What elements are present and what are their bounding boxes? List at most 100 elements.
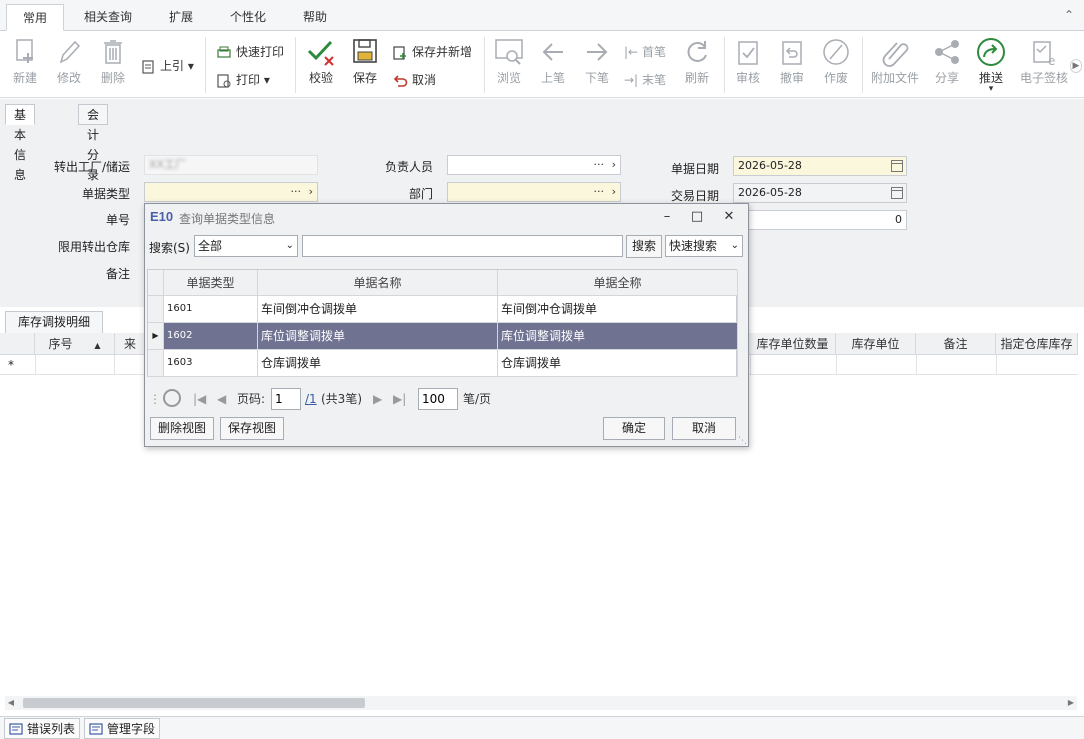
- column-header-designated-stock[interactable]: 指定仓库库存: [996, 333, 1078, 355]
- calendar-icon[interactable]: [891, 187, 903, 199]
- out-plant-field[interactable]: XX工厂: [144, 155, 318, 175]
- calendar-icon[interactable]: [891, 160, 903, 172]
- void-button[interactable]: 作废: [817, 31, 855, 86]
- save-disk-icon: [353, 39, 377, 63]
- seq-cell[interactable]: [35, 355, 115, 375]
- total-records: (共3笔): [321, 392, 362, 406]
- doc-date-value: 2026-05-28: [738, 159, 802, 172]
- refresh-circle-icon[interactable]: [163, 389, 181, 407]
- tab-related-query[interactable]: 相关查询: [74, 4, 142, 31]
- save-button[interactable]: 保存: [346, 31, 384, 86]
- save-view-button[interactable]: 保存视图: [220, 417, 284, 440]
- next-page-icon[interactable]: ▶: [373, 387, 382, 411]
- page-size-input[interactable]: [418, 388, 458, 410]
- save-and-new-button[interactable]: 保存并新增: [392, 41, 472, 63]
- trans-date-field[interactable]: 2026-05-28: [733, 183, 907, 203]
- undo-icon: [393, 74, 408, 87]
- column-header-stock-qty[interactable]: 库存单位数量: [750, 333, 836, 355]
- column-header-seq[interactable]: 序号 ▲: [35, 333, 115, 355]
- prev-page-icon[interactable]: ◀: [217, 387, 226, 411]
- next-record-button[interactable]: 下笔: [578, 31, 616, 86]
- page-input[interactable]: [271, 388, 301, 410]
- new-document-icon: [16, 39, 33, 63]
- push-button[interactable]: 推送 ▾: [972, 31, 1010, 94]
- collapse-ribbon-icon[interactable]: ⌃: [1062, 8, 1076, 22]
- doc-type-field[interactable]: ··· ›: [144, 182, 318, 202]
- share-label: 分享: [934, 71, 959, 85]
- column-header-doc-name[interactable]: 单据名称: [258, 270, 498, 296]
- search-scope-select[interactable]: 全部 ⌄: [194, 235, 298, 257]
- minimize-icon[interactable]: –: [657, 207, 677, 227]
- check-pencil-icon: [307, 40, 334, 66]
- paperclip-icon: [882, 42, 909, 67]
- horizontal-scrollbar[interactable]: ◀ ▶: [5, 696, 1077, 710]
- prev-record-button[interactable]: 上笔: [534, 31, 572, 86]
- first-page-icon[interactable]: |◀: [193, 387, 206, 411]
- search-input[interactable]: [302, 235, 623, 257]
- table-row[interactable]: 1601 车间倒冲仓调拨单 车间倒冲仓调拨单: [148, 296, 738, 323]
- column-header-doc-full-name[interactable]: 单据全称: [498, 270, 738, 296]
- column-header-doc-type[interactable]: 单据类型: [164, 270, 258, 296]
- quick-print-button[interactable]: 快速打印: [216, 41, 284, 63]
- scroll-left-icon[interactable]: ◀: [5, 696, 17, 710]
- maximize-icon[interactable]: □: [687, 207, 707, 227]
- approve-button[interactable]: 审核: [729, 31, 767, 86]
- tab-extension[interactable]: 扩展: [158, 4, 204, 31]
- edit-button[interactable]: 修改: [50, 31, 88, 86]
- search-button[interactable]: 搜索: [626, 235, 662, 258]
- browse-button[interactable]: 浏览: [490, 31, 528, 86]
- column-header-stock-unit[interactable]: 库存单位: [836, 333, 916, 355]
- total-pages-link[interactable]: /1: [305, 387, 317, 411]
- scrollbar-thumb[interactable]: [23, 698, 365, 708]
- share-button[interactable]: 分享: [928, 31, 966, 86]
- tab-personalize[interactable]: 个性化: [220, 4, 276, 31]
- person-field[interactable]: ··· ›: [447, 155, 621, 175]
- e-sign-button[interactable]: e 电子签核: [1016, 31, 1072, 86]
- confirm-button[interactable]: 确定: [603, 417, 665, 440]
- scroll-right-icon[interactable]: ▶: [1065, 696, 1077, 710]
- cancel-edit-button[interactable]: 取消: [392, 69, 436, 91]
- quick-search-select[interactable]: 快速搜索 ⌄: [665, 235, 743, 257]
- tab-common[interactable]: 常用: [6, 4, 64, 31]
- close-icon[interactable]: ✕: [719, 207, 739, 227]
- column-header-source[interactable]: 来: [115, 333, 145, 355]
- ellipsis-icon[interactable]: ···: [594, 183, 605, 201]
- new-button[interactable]: 新建: [6, 31, 44, 86]
- dept-field[interactable]: ··· ›: [447, 182, 621, 202]
- delete-button[interactable]: 删除: [94, 31, 132, 86]
- last-page-icon[interactable]: ▶|: [393, 387, 406, 411]
- dialog-title-bar[interactable]: E10 查询单据类型信息 – □ ✕: [145, 204, 748, 230]
- chevron-right-icon[interactable]: ›: [612, 156, 616, 174]
- ellipsis-icon[interactable]: ···: [291, 183, 302, 201]
- delete-view-button[interactable]: 删除视图: [150, 417, 214, 440]
- tab-error-list[interactable]: 错误列表: [4, 718, 81, 739]
- dialog-cancel-button[interactable]: 取消: [672, 417, 736, 440]
- attachment-button[interactable]: 附加文件: [868, 31, 922, 86]
- doc-date-field[interactable]: 2026-05-28: [733, 156, 907, 176]
- arrow-right-icon: [587, 43, 608, 61]
- doc-no-label: 单号: [105, 213, 130, 227]
- unapprove-button[interactable]: 撤审: [773, 31, 811, 86]
- table-row[interactable]: 1603 仓库调拨单 仓库调拨单: [148, 350, 738, 377]
- toolbar-separator: [484, 37, 485, 93]
- toolbar-scroll-right-icon[interactable]: ▶: [1070, 59, 1082, 73]
- number-field[interactable]: 0: [733, 210, 907, 230]
- table-row-selected[interactable]: ▶ 1602 库位调整调拨单 库位调整调拨单: [148, 323, 738, 350]
- tab-admin-fields[interactable]: 管理字段: [84, 718, 161, 739]
- resize-grip-icon[interactable]: ⋱: [738, 436, 747, 446]
- chevron-right-icon[interactable]: ›: [309, 183, 313, 201]
- refresh-button[interactable]: 刷新: [678, 31, 716, 86]
- tab-help[interactable]: 帮助: [292, 4, 338, 31]
- first-record-button[interactable]: |← 首笔: [624, 41, 666, 63]
- print-button[interactable]: 打印 ▾: [216, 69, 270, 91]
- tab-accounting-entries[interactable]: 会计分录: [78, 104, 109, 182]
- ellipsis-icon[interactable]: ···: [594, 156, 605, 174]
- check-button[interactable]: 校验: [301, 31, 341, 86]
- reference-button[interactable]: 上引 ▾: [140, 55, 194, 77]
- chevron-right-icon[interactable]: ›: [612, 183, 616, 201]
- tab-transfer-detail[interactable]: 库存调拨明细: [5, 311, 104, 333]
- last-record-button[interactable]: →| 末笔: [624, 69, 666, 91]
- doc-type-cell: 1601: [164, 296, 258, 322]
- column-header-remark[interactable]: 备注: [916, 333, 996, 355]
- tab-basic-info[interactable]: 基本信息: [5, 104, 36, 182]
